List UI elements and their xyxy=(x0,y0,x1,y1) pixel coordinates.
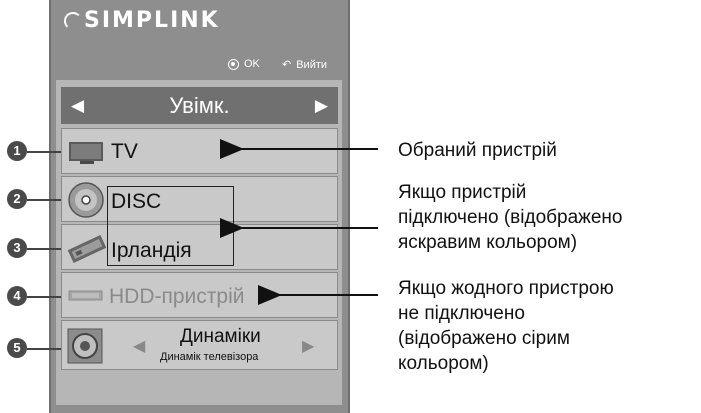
annotation-selected: Обраний пристрій xyxy=(398,140,557,161)
annotation-not-connected-line: кольором) xyxy=(398,353,489,374)
annotation-connected-line: яскравим кольором) xyxy=(398,232,578,253)
annotation-connected-line: Якщо пристрій xyxy=(398,182,527,203)
annotation-not-connected-line: не підключено xyxy=(398,303,525,324)
annotation-connected: Якщо пристрій підключено (відображено яс… xyxy=(398,180,623,255)
annotation-not-connected: Якщо жодного пристрою не підключено (від… xyxy=(398,276,614,376)
annotation-not-connected-line: Якщо жодного пристрою xyxy=(398,278,614,299)
annotation-connected-line: підключено (відображено xyxy=(398,207,623,228)
annotation-not-connected-line: (відображено сірим xyxy=(398,328,570,349)
